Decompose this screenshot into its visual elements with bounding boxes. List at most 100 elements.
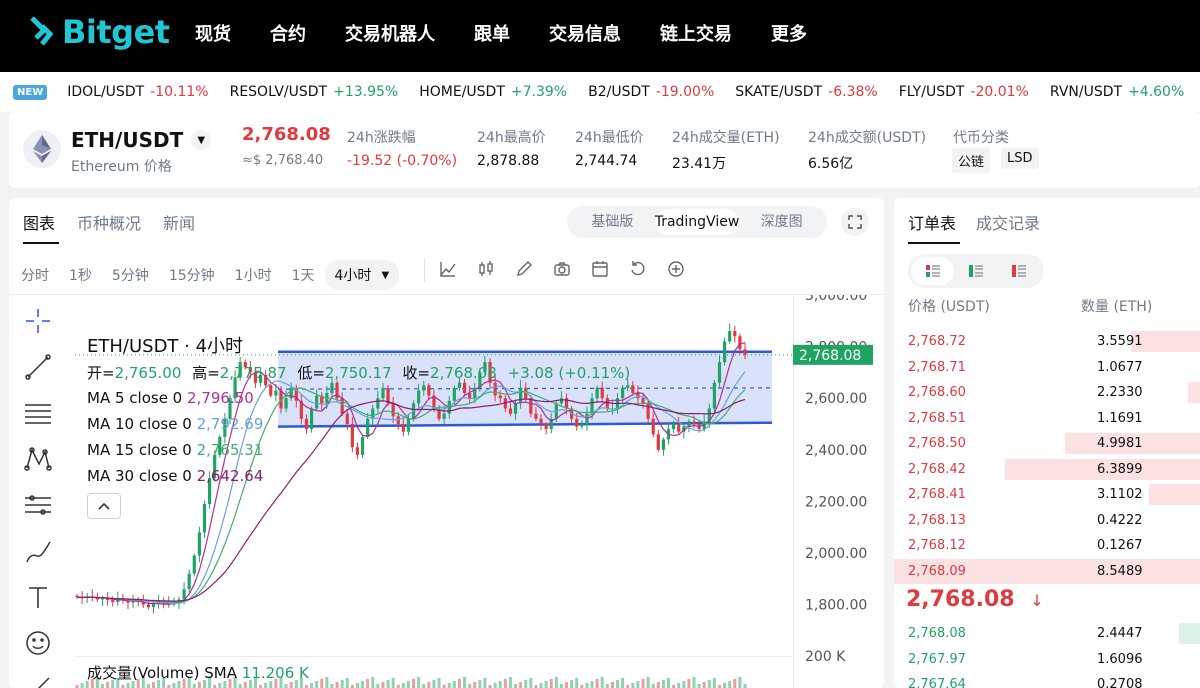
replay-icon[interactable] — [629, 260, 647, 278]
ticker-item[interactable]: IDOL/USDT -10.11% — [67, 84, 208, 100]
volume-bar — [590, 681, 594, 688]
category-tag[interactable]: 公链 — [952, 148, 991, 173]
chart-title: ETH/USDT · 4小时 — [87, 336, 244, 357]
candle-body — [187, 573, 191, 590]
timeframe-15m[interactable]: 15分钟 — [169, 265, 215, 285]
ticker-item[interactable]: SKATE/USDT -6.38% — [735, 84, 877, 100]
ask-row[interactable]: 2,768.42 6.3899 — [894, 457, 1200, 482]
timeframe-dropdown[interactable]: 4小时 ▼ — [324, 260, 400, 290]
bids-only-icon[interactable] — [954, 257, 997, 285]
nav-item-bots[interactable]: 交易机器人 — [345, 20, 435, 46]
volume-bar — [667, 678, 671, 688]
stat-label-high: 24h最高价 — [477, 130, 546, 146]
view-basic[interactable]: 基础版 — [570, 209, 655, 235]
bid-row[interactable]: 2,768.08 2.4447 — [894, 621, 1200, 646]
add-icon[interactable] — [667, 260, 685, 278]
ask-row[interactable]: 2,768.60 2.2330 — [894, 380, 1200, 405]
tab-chart[interactable]: 图表 — [23, 210, 55, 234]
ticker-item[interactable]: RESOLV/USDT +13.95% — [230, 84, 399, 100]
ma30-legend[interactable]: MA 30 close 0 2,642.64 — [87, 467, 630, 485]
ask-price: 2,768.41 — [908, 487, 966, 502]
volume-bar — [544, 681, 548, 688]
toolbar-divider — [424, 258, 425, 282]
volume-bar — [651, 684, 655, 688]
top-nav: Bitget 现货 合约 交易机器人 跟单 交易信息 链上交易 更多 — [0, 0, 1200, 72]
ask-row[interactable]: 2,768.09 8.5489 — [894, 558, 1200, 584]
volume-bar — [575, 678, 579, 688]
candle-body — [656, 434, 660, 450]
brush-icon[interactable] — [23, 536, 53, 566]
timeframe-1d[interactable]: 1天 — [292, 265, 315, 285]
ticker-item[interactable]: RVN/USDT +4.60% — [1050, 84, 1184, 100]
tab-trades[interactable]: 成交记录 — [976, 210, 1040, 234]
chart-toolbar — [439, 260, 685, 278]
ma10-legend[interactable]: MA 10 close 0 2,792.69 — [87, 415, 630, 433]
volume-bar — [412, 679, 416, 688]
ask-row[interactable]: 2,768.12 0.1267 — [894, 533, 1200, 558]
view-tradingview[interactable]: TradingView — [654, 209, 740, 235]
fullscreen-icon[interactable] — [841, 208, 869, 236]
ask-row[interactable]: 2,768.13 0.4222 — [894, 508, 1200, 533]
ma15-legend[interactable]: MA 15 close 0 2,765.31 — [87, 441, 630, 459]
timeframe-1s[interactable]: 1秒 — [69, 265, 92, 285]
tab-news[interactable]: 新闻 — [163, 210, 195, 234]
ask-qty: 1.0677 — [1097, 359, 1143, 375]
ask-price: 2,768.71 — [908, 359, 966, 375]
draw-icon[interactable] — [515, 260, 533, 278]
nav-item-onchain[interactable]: 链上交易 — [660, 20, 732, 46]
ask-row[interactable]: 2,768.72 3.5591 — [894, 329, 1200, 354]
nav-item-trading-info[interactable]: 交易信息 — [549, 20, 621, 46]
volume-bar — [473, 682, 477, 688]
price-tick-label: 2,200.00 — [805, 494, 867, 510]
candle-type-icon[interactable] — [477, 260, 495, 278]
pair-selector[interactable]: ETH/USDT ▼ — [71, 128, 212, 152]
volume-bar — [621, 678, 625, 688]
volume-bar — [427, 682, 431, 688]
timeframe-tick[interactable]: 分时 — [21, 265, 49, 285]
ask-row[interactable]: 2,768.51 1.1691 — [894, 406, 1200, 431]
orderbook-panel: 订单表 成交记录 价格 (USDT) 数量 (ETH) 2,768.72 3.55… — [894, 198, 1200, 688]
caret-down-icon[interactable]: ▼ — [191, 130, 212, 150]
both-sides-icon[interactable] — [911, 257, 955, 285]
volume-bar — [565, 682, 569, 688]
fib-retracement-icon[interactable] — [23, 398, 53, 428]
volume-bar — [554, 677, 558, 688]
asks-only-icon[interactable] — [998, 257, 1041, 285]
volume-bar — [605, 684, 609, 688]
timeframe-1h[interactable]: 1小时 — [235, 265, 272, 285]
ticker-item[interactable]: HOME/USDT +7.39% — [419, 84, 567, 100]
nav-item-spot[interactable]: 现货 — [195, 20, 231, 46]
brand-name: Bitget — [62, 13, 170, 51]
pattern-icon[interactable] — [23, 444, 53, 474]
ask-row[interactable]: 2,768.41 3.1102 — [894, 482, 1200, 507]
indicator-icon[interactable] — [439, 260, 457, 278]
tab-orderbook[interactable]: 订单表 — [908, 210, 956, 234]
price-axis[interactable]: 3,000.002,800.002,600.002,400.002,200.00… — [793, 295, 884, 688]
ask-row[interactable]: 2,768.50 4.9981 — [894, 431, 1200, 456]
nav-item-copy-trading[interactable]: 跟单 — [474, 20, 510, 46]
candle-body — [723, 341, 727, 363]
bitget-logo[interactable]: Bitget — [28, 10, 170, 54]
camera-icon[interactable] — [553, 260, 571, 278]
trendline-icon[interactable] — [23, 352, 53, 382]
bid-row[interactable]: 2,767.64 0.2708 — [894, 672, 1200, 688]
nav-item-more[interactable]: 更多 — [771, 20, 807, 46]
calendar-icon[interactable] — [591, 260, 609, 278]
ruler-icon[interactable] — [23, 674, 53, 688]
nav-item-futures[interactable]: 合约 — [270, 20, 306, 46]
bid-row[interactable]: 2,767.97 1.6096 — [894, 647, 1200, 672]
timeframe-5m[interactable]: 5分钟 — [112, 265, 149, 285]
collapse-legend-button[interactable] — [87, 493, 121, 519]
tab-overview[interactable]: 币种概况 — [77, 210, 141, 234]
ticker-item[interactable]: B2/USDT -19.00% — [588, 84, 714, 100]
prediction-icon[interactable] — [23, 490, 53, 520]
text-icon[interactable] — [23, 582, 53, 612]
ticker-item[interactable]: FLY/USDT -20.01% — [899, 84, 1029, 100]
volume-bar — [692, 677, 696, 688]
emoji-icon[interactable] — [23, 628, 53, 658]
ma5-legend[interactable]: MA 5 close 0 2,796.50 — [87, 389, 630, 407]
category-tag[interactable]: LSD — [1001, 148, 1039, 169]
crosshair-icon[interactable] — [23, 306, 53, 336]
ask-row[interactable]: 2,768.71 1.0677 — [894, 355, 1200, 380]
view-depth[interactable]: 深度图 — [739, 209, 824, 235]
